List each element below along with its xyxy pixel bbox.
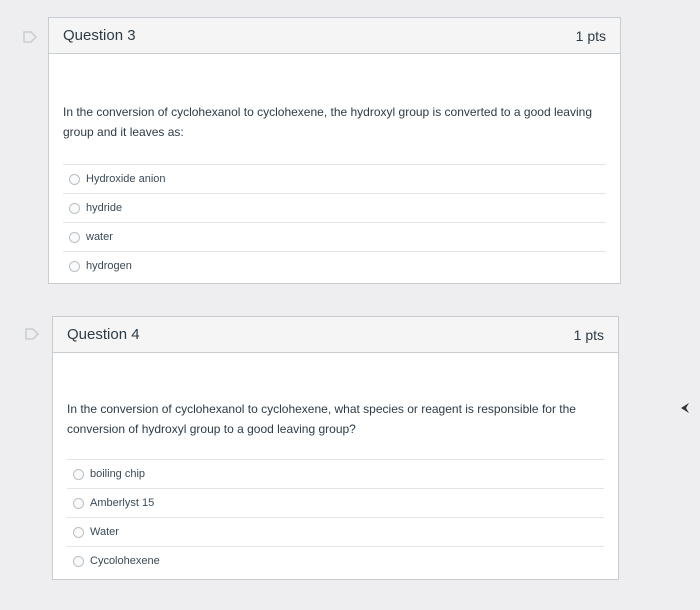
mouse-cursor-icon	[680, 401, 690, 413]
flag-icon[interactable]	[23, 31, 37, 43]
radio-button[interactable]	[73, 555, 84, 567]
answer-option[interactable]: boiling chip	[67, 459, 604, 488]
question-card-3: Question 3 1 pts In the conversion of cy…	[48, 17, 621, 284]
answer-option[interactable]: hydride	[63, 193, 606, 222]
answer-label: Hydroxide anion	[86, 173, 166, 185]
answer-option[interactable]: hydrogen	[63, 251, 606, 280]
question-title: Question 4	[67, 326, 140, 343]
answer-option[interactable]: Hydroxide anion	[63, 164, 606, 193]
radio-button[interactable]	[73, 468, 84, 480]
question-header: Question 3 1 pts	[49, 18, 620, 54]
answer-option[interactable]: water	[63, 222, 606, 251]
question-text: In the conversion of cyclohexanol to cyc…	[67, 402, 576, 436]
radio-button[interactable]	[69, 231, 80, 243]
radio-button[interactable]	[73, 497, 84, 509]
radio-button[interactable]	[69, 260, 80, 272]
question-points: 1 pts	[573, 326, 604, 343]
question-card-4: Question 4 1 pts In the conversion of cy…	[52, 316, 619, 580]
answer-list: boiling chip Amberlyst 15 Water Cycolohe…	[67, 459, 604, 575]
answer-label: hydrogen	[86, 260, 132, 272]
radio-button[interactable]	[73, 526, 84, 538]
question-text: In the conversion of cyclohexanol to cyc…	[63, 105, 592, 139]
question-points: 1 pts	[575, 27, 606, 44]
answer-label: Water	[90, 526, 119, 538]
answer-option[interactable]: Cycolohexene	[67, 546, 604, 575]
flag-icon[interactable]	[25, 328, 39, 340]
radio-button[interactable]	[69, 173, 80, 185]
answer-label: Cycolohexene	[90, 555, 160, 567]
answer-option[interactable]: Water	[67, 517, 604, 546]
answer-label: water	[86, 231, 113, 243]
answer-list: Hydroxide anion hydride water hydrogen	[63, 164, 606, 280]
answer-label: Amberlyst 15	[90, 497, 155, 509]
answer-label: boiling chip	[90, 468, 146, 480]
question-header: Question 4 1 pts	[53, 317, 618, 353]
radio-button[interactable]	[69, 202, 80, 214]
answer-label: hydride	[86, 202, 123, 214]
question-title: Question 3	[63, 27, 136, 44]
answer-option[interactable]: Amberlyst 15	[67, 488, 604, 517]
